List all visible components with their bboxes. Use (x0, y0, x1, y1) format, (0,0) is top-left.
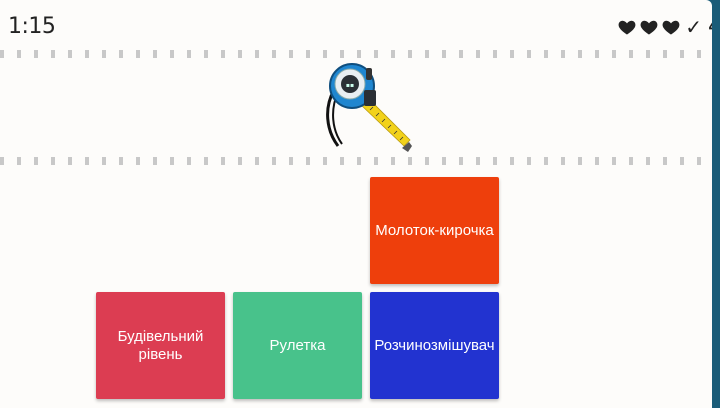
check-icon: ✓ (685, 14, 702, 39)
tape-measure-icon: ▪▪ (326, 63, 412, 152)
answer-card-mixer[interactable]: Розчинозмішувач (370, 292, 499, 399)
status-bar: ✓ 4 (617, 14, 712, 39)
svg-text:▪▪: ▪▪ (346, 82, 354, 89)
answer-card-label: Рулетка (269, 336, 326, 354)
timer: 1:15 (8, 14, 56, 39)
answer-card-label: Молоток-кирочка (375, 221, 494, 239)
heart-icon (640, 20, 658, 34)
track-bottom (0, 157, 712, 165)
answer-card-tape-measure[interactable]: Рулетка (233, 292, 362, 399)
answer-card-level[interactable]: Будівельний рівень (96, 292, 225, 399)
heart-icon (618, 20, 636, 34)
heart-icon (662, 20, 680, 34)
answer-card-label: Розчинозмішувач (374, 336, 495, 354)
track-top (0, 50, 712, 58)
answer-card-label: Будівельний рівень (117, 327, 204, 363)
score: 4 (708, 14, 712, 39)
game-board: 1:15 ✓ 4 ▪▪ Молоток-кирочка (0, 0, 712, 408)
answer-card-hammer[interactable]: Молоток-кирочка (370, 177, 499, 284)
